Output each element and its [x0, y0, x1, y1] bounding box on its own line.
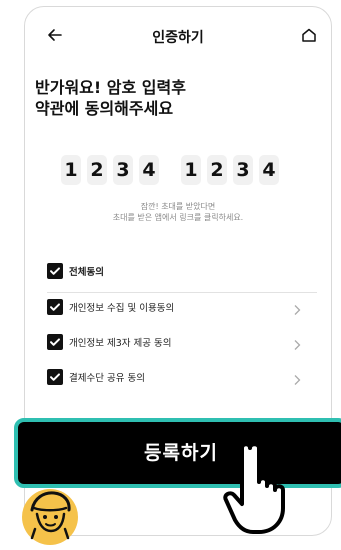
agreement-row[interactable]: 개인정보 제3자 제공 동의 [47, 333, 317, 351]
code-digit: 3 [233, 155, 253, 185]
code-digit: 4 [259, 155, 279, 185]
hint-line-2: 초대를 받은 앱에서 링크를 클릭하세요. [112, 213, 244, 222]
heading-line-2: 약관에 동의해주세요 [35, 99, 174, 118]
page-title: 인증하기 [152, 30, 204, 46]
instruction-heading: 반가워요! 암호 입력후 약관에 동의해주세요 [35, 77, 186, 119]
checkbox-checked-icon[interactable] [47, 369, 63, 385]
agree-all-row[interactable]: 전체동의 [47, 262, 104, 280]
code-digit: 1 [181, 155, 201, 185]
invite-hint: 잠깐! 초대를 받았다면 초대를 받은 앱에서 링크를 클릭하세요. [25, 201, 331, 223]
pointing-hand-icon [222, 440, 322, 544]
code-digit: 2 [207, 155, 227, 185]
code-digit: 4 [139, 155, 159, 185]
chevron-right-icon[interactable] [293, 336, 301, 355]
agreement-row[interactable]: 결제수단 공유 동의 [47, 368, 317, 386]
avatar-icon [17, 484, 83, 550]
hint-line-1: 잠깐! 초대를 받았다면 [140, 202, 216, 211]
agreement-row[interactable]: 개인정보 수집 및 이용동의 [47, 298, 317, 316]
agreement-label: 결제수단 공유 동의 [69, 373, 145, 384]
code-display: 1 2 3 4 1 2 3 4 [61, 155, 279, 189]
heading-line-1: 반가워요! 암호 입력후 [35, 78, 186, 97]
agreement-label: 개인정보 제3자 제공 동의 [69, 338, 172, 349]
code-spacer [165, 155, 175, 189]
agreement-label: 개인정보 수집 및 이용동의 [69, 303, 175, 314]
code-digit: 2 [87, 155, 107, 185]
code-digit: 1 [61, 155, 81, 185]
code-digit: 3 [113, 155, 133, 185]
checkbox-checked-icon[interactable] [47, 263, 63, 279]
divider [47, 292, 317, 293]
checkbox-checked-icon[interactable] [47, 299, 63, 315]
chevron-right-icon[interactable] [293, 301, 301, 320]
chevron-right-icon[interactable] [293, 371, 301, 390]
checkbox-checked-icon[interactable] [47, 334, 63, 350]
header: 인증하기 [25, 23, 331, 51]
home-icon[interactable] [301, 27, 317, 47]
agree-all-label: 전체동의 [69, 267, 104, 278]
